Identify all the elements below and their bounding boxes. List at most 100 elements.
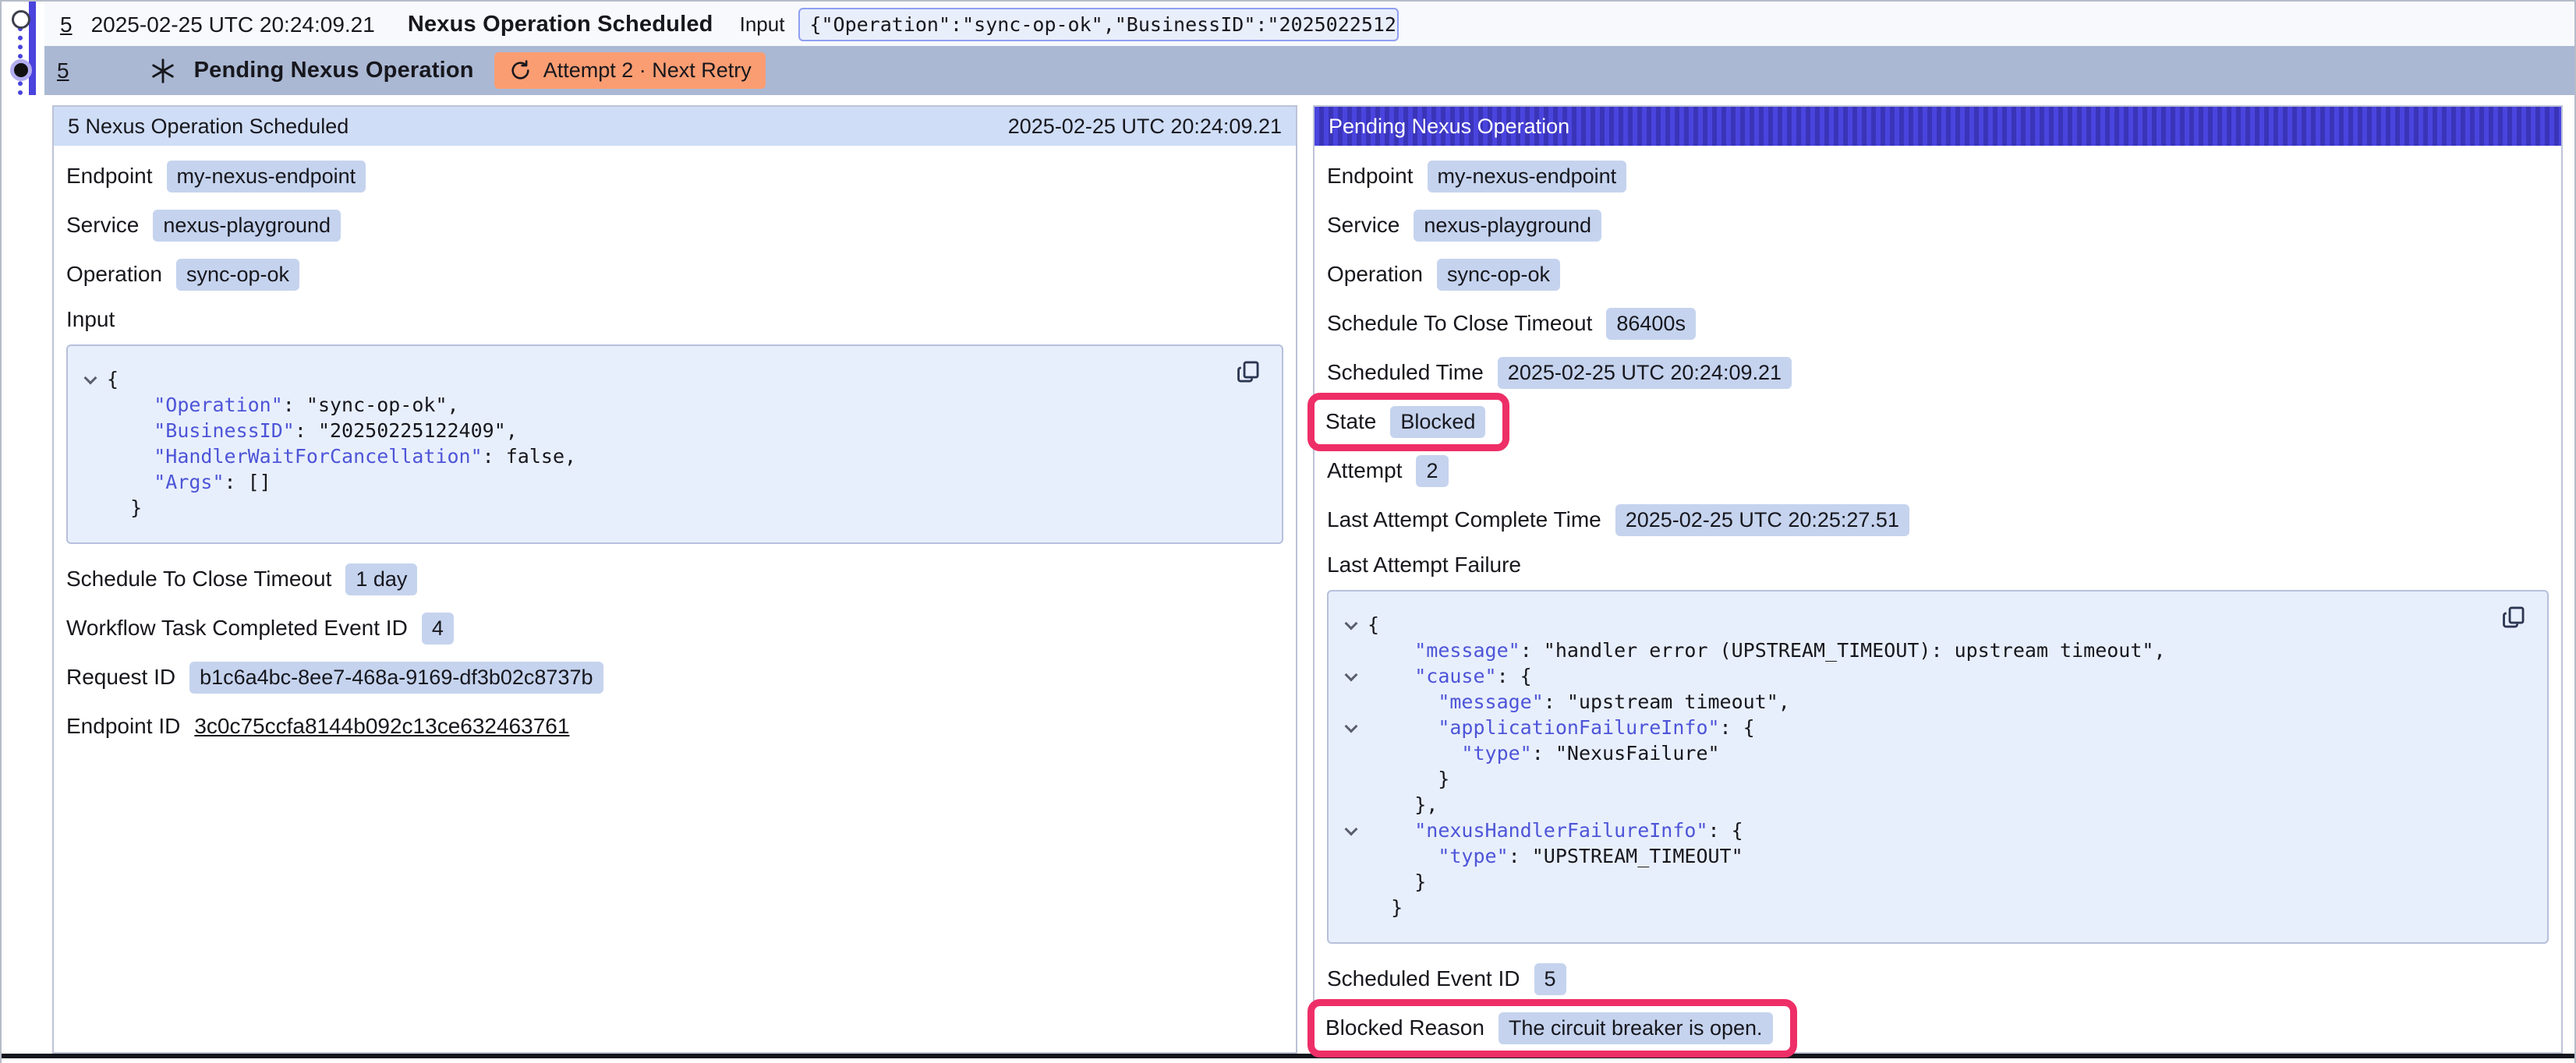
event-row-pending[interactable]: 5 Pending Nexus Operation Attempt 2 · Ne…: [44, 46, 2574, 95]
event-id-link[interactable]: 5: [57, 58, 69, 83]
field-label: Endpoint: [66, 164, 153, 189]
field-label: Blocked Reason: [1325, 1015, 1484, 1040]
input-section-label: Input: [66, 307, 1283, 332]
field-label: Last Attempt Complete Time: [1327, 507, 1601, 532]
field-value-badge: my-nexus-endpoint: [167, 161, 366, 192]
field-row: Service nexus-playground: [66, 209, 1283, 242]
container-bottom-border: [2, 1054, 2576, 1058]
field-label: Service: [1327, 213, 1399, 238]
collapse-chevron-icon: [1335, 792, 1368, 818]
event-id-link[interactable]: 5: [60, 12, 73, 37]
collapse-chevron-icon: [1335, 895, 1368, 920]
field-row: Operation sync-op-ok: [66, 258, 1283, 291]
right-panel-header: Pending Nexus Operation: [1315, 107, 2561, 146]
collapse-chevron-icon: [74, 495, 107, 521]
field-value-badge: sync-op-ok: [176, 259, 299, 291]
left-panel-timestamp: 2025-02-25 UTC 20:24:09.21: [1008, 115, 1282, 139]
field-label: Service: [66, 213, 139, 238]
timeline-active-rail: [29, 2, 36, 95]
retry-badge-label: Attempt 2 · Next Retry: [543, 58, 752, 83]
timeline-node-open-icon[interactable]: [12, 10, 30, 29]
field-row: Attempt 2: [1327, 454, 2549, 487]
scheduled-event-id-row: Scheduled Event ID 5: [1327, 962, 2549, 995]
field-label: Scheduled Event ID: [1327, 966, 1520, 991]
event-row-scheduled[interactable]: 5 2025-02-25 UTC 20:24:09.21 Nexus Opera…: [44, 3, 2574, 46]
copy-icon: [2500, 604, 2527, 630]
field-value-badge: nexus-playground: [153, 210, 341, 242]
event-input-label: Input: [740, 12, 785, 37]
field-label: Operation: [1327, 262, 1423, 287]
collapse-chevron-icon[interactable]: [1335, 818, 1368, 843]
collapse-chevron-icon: [1335, 869, 1368, 895]
field-label: Schedule To Close Timeout: [1327, 311, 1592, 336]
input-json-block: { "Operation": "sync-op-ok", "BusinessID…: [66, 344, 1283, 544]
field-row: Workflow Task Completed Event ID 4: [66, 612, 1283, 645]
field-value-badge: 4: [422, 613, 454, 645]
field-value-badge: 2: [1416, 455, 1448, 487]
field-row: Operation sync-op-ok: [1327, 258, 2549, 291]
field-value-badge: sync-op-ok: [1437, 259, 1560, 291]
failure-json-block: { "message": "handler error (UPSTREAM_TI…: [1327, 590, 2549, 944]
collapse-chevron-icon: [1335, 766, 1368, 792]
field-value-badge: my-nexus-endpoint: [1428, 161, 1627, 192]
field-label: Endpoint: [1327, 164, 1414, 189]
left-panel-header: 5 Nexus Operation Scheduled 2025-02-25 U…: [54, 107, 1296, 146]
right-panel-title: Pending Nexus Operation: [1329, 115, 1569, 139]
field-label: Scheduled Time: [1327, 360, 1484, 385]
timeline-node-current-icon[interactable]: [10, 59, 32, 81]
event-title: Pending Nexus Operation: [194, 58, 474, 83]
state-value-badge: Blocked: [1390, 406, 1485, 438]
field-label: Attempt: [1327, 458, 1402, 483]
collapse-chevron-icon: [1335, 637, 1368, 663]
blocked-reason-value-badge: The circuit breaker is open.: [1499, 1012, 1773, 1044]
retry-status-badge: Attempt 2 · Next Retry: [494, 52, 766, 89]
event-input-preview-chip[interactable]: {"Operation":"sync-op-ok","BusinessID":"…: [798, 8, 1399, 41]
copy-button[interactable]: [1235, 358, 1261, 385]
retry-icon: [508, 58, 533, 83]
failure-section-label: Last Attempt Failure: [1327, 553, 2549, 577]
field-row: Request ID b1c6a4bc-8ee7-468a-9169-df3b0…: [66, 661, 1283, 694]
collapse-chevron-icon[interactable]: [74, 366, 107, 392]
collapse-chevron-icon[interactable]: [1335, 612, 1368, 637]
collapse-chevron-icon: [74, 469, 107, 495]
field-value-badge: b1c6a4bc-8ee7-468a-9169-df3b02c8737b: [189, 662, 603, 694]
field-value-badge: 2025-02-25 UTC 20:24:09.21: [1498, 357, 1792, 389]
field-value-badge: 1 day: [345, 563, 417, 595]
copy-button[interactable]: [2500, 604, 2527, 630]
collapse-chevron-icon: [74, 418, 107, 443]
field-row: Service nexus-playground: [1327, 209, 2549, 242]
copy-icon: [1235, 358, 1261, 385]
collapse-chevron-icon: [1335, 689, 1368, 715]
field-label: Schedule To Close Timeout: [66, 567, 331, 592]
endpoint-id-link[interactable]: 3c0c75ccfa8144b092c13ce632463761: [194, 714, 569, 739]
state-row: State Blocked: [1327, 405, 2549, 438]
field-row: Endpoint my-nexus-endpoint: [1327, 160, 2549, 192]
right-fields-top: Endpoint my-nexus-endpoint Service nexus…: [1327, 160, 2549, 389]
field-label: Request ID: [66, 665, 175, 690]
collapse-chevron-icon: [1335, 843, 1368, 869]
event-title: Nexus Operation Scheduled: [408, 12, 713, 37]
endpoint-id-row: Endpoint ID 3c0c75ccfa8144b092c13ce63246…: [66, 710, 1283, 743]
field-row: Schedule To Close Timeout 86400s: [1327, 307, 2549, 340]
field-row: Last Attempt Complete Time 2025-02-25 UT…: [1327, 503, 2549, 536]
right-fields-mid: Attempt 2 Last Attempt Complete Time 202…: [1327, 454, 2549, 536]
blocked-reason-highlight-annotation: Blocked Reason The circuit breaker is op…: [1307, 999, 1797, 1058]
left-fields-top: Endpoint my-nexus-endpoint Service nexus…: [66, 160, 1283, 291]
field-label: Operation: [66, 262, 162, 287]
left-panel-title: 5 Nexus Operation Scheduled: [68, 115, 349, 139]
collapse-chevron-icon: [74, 443, 107, 469]
asterisk-icon: [149, 57, 177, 85]
field-label: Endpoint ID: [66, 714, 180, 739]
field-row: Scheduled Time 2025-02-25 UTC 20:24:09.2…: [1327, 356, 2549, 389]
field-value-badge: nexus-playground: [1414, 210, 1601, 242]
collapse-chevron-icon[interactable]: [1335, 663, 1368, 689]
collapse-chevron-icon: [74, 392, 107, 418]
left-fields-bottom: Schedule To Close Timeout 1 day Workflow…: [66, 563, 1283, 694]
field-row: Endpoint my-nexus-endpoint: [66, 160, 1283, 192]
field-label: Workflow Task Completed Event ID: [66, 616, 408, 641]
event-history-screen: 5 2025-02-25 UTC 20:24:09.21 Nexus Opera…: [0, 0, 2576, 1063]
field-label: State: [1325, 409, 1376, 434]
field-value-badge: 86400s: [1606, 308, 1696, 340]
event-time: 2025-02-25 UTC 20:24:09.21: [91, 12, 375, 37]
collapse-chevron-icon[interactable]: [1335, 715, 1368, 740]
